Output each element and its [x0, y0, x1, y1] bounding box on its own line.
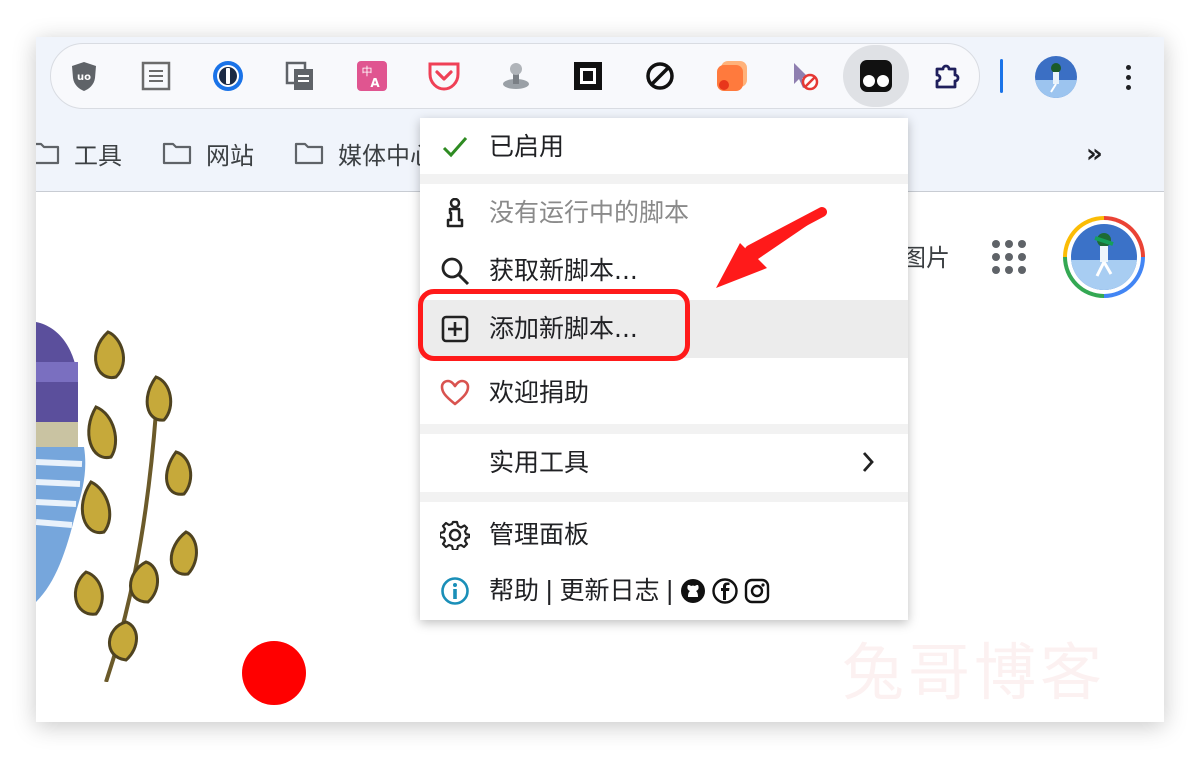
- extensions-puzzle-icon[interactable]: [928, 58, 968, 94]
- svg-text:uo: uo: [77, 72, 91, 83]
- facebook-icon[interactable]: [712, 578, 738, 604]
- square-frame-icon[interactable]: [568, 58, 608, 94]
- menu-group-admin: 管理面板 帮助 | 更新日志 |: [420, 502, 908, 620]
- images-link[interactable]: 图片: [902, 238, 950, 273]
- menu-item-label: 没有运行中的脚本: [489, 198, 690, 227]
- watermark-text: 兔哥博客: [842, 636, 1107, 709]
- menu-item-label: 实用工具: [489, 448, 590, 477]
- bookmark-folder-media[interactable]: 媒体中心: [294, 135, 434, 171]
- menu-item-help[interactable]: 帮助 | 更新日志 |: [420, 562, 908, 620]
- github-icon[interactable]: [680, 578, 706, 604]
- menu-group-utilities: 实用工具: [420, 434, 908, 492]
- folder-icon: [294, 142, 324, 165]
- google-apps-icon[interactable]: [992, 240, 1026, 274]
- menu-item-label: 获取新脚本...: [489, 256, 638, 285]
- bookmark-label: 网站: [206, 141, 254, 170]
- menu-item-label: 已启用: [489, 132, 565, 161]
- menu-item-enabled[interactable]: 已启用: [420, 118, 908, 176]
- translate-icon[interactable]: 中A: [352, 58, 392, 94]
- profile-avatar-small[interactable]: [1035, 56, 1077, 98]
- gear-icon: [440, 520, 470, 550]
- help-separator: |: [665, 576, 674, 605]
- menu-item-dashboard[interactable]: 管理面板: [420, 506, 908, 564]
- doodle-illustration: [36, 322, 198, 682]
- help-link[interactable]: 帮助: [489, 576, 539, 606]
- chevron-right-icon: [860, 450, 876, 478]
- menu-item-label: 欢迎捐助: [489, 378, 590, 407]
- changelog-link[interactable]: 更新日志: [559, 576, 659, 606]
- bookmark-folder-sites[interactable]: 网站: [162, 135, 254, 171]
- menu-group-status: 已启用: [420, 118, 908, 174]
- menu-item-donate[interactable]: 欢迎捐助: [420, 364, 908, 422]
- help-row: 帮助 | 更新日志 |: [489, 576, 770, 606]
- heart-icon: [440, 378, 470, 408]
- instagram-icon[interactable]: [744, 578, 770, 604]
- highlight-box: [418, 289, 690, 361]
- menu-item-utilities[interactable]: 实用工具: [420, 434, 908, 492]
- svg-text:A: A: [370, 76, 380, 90]
- folder-icon: [162, 142, 192, 165]
- info-circle-icon: [440, 576, 470, 606]
- reader-mode-icon[interactable]: [136, 58, 176, 94]
- ublock-origin-icon[interactable]: uo: [64, 58, 104, 94]
- browser-screenshot: uo 中A 工具 网站 媒体中心 » 图片 兔哥博客 已启用 没有运行中的脚本 …: [36, 37, 1164, 722]
- bookmarks-overflow-button[interactable]: »: [1086, 139, 1103, 169]
- orange-app-icon[interactable]: [712, 58, 752, 94]
- search-icon: [440, 256, 470, 286]
- tampermonkey-menu: 已启用 没有运行中的脚本 获取新脚本... 添加新脚本... 欢迎捐助 实用工具…: [420, 118, 908, 620]
- toolbar-separator: [1000, 59, 1003, 93]
- bookmark-label: 工具: [74, 141, 122, 170]
- menu-item-label: 管理面板: [489, 520, 590, 549]
- folder-icon: [36, 142, 60, 165]
- account-avatar[interactable]: [1063, 216, 1145, 298]
- more-vert-icon[interactable]: [1116, 57, 1140, 97]
- clipboard-copy-icon[interactable]: [280, 58, 320, 94]
- blocked-circle-icon[interactable]: [640, 58, 680, 94]
- 1password-icon[interactable]: [208, 58, 248, 94]
- help-separator: |: [545, 576, 554, 605]
- tampermonkey-icon[interactable]: [843, 45, 909, 107]
- cursor-block-icon[interactable]: [784, 58, 824, 94]
- recording-dot: [242, 641, 306, 705]
- info-pawn-icon: [440, 198, 470, 228]
- menu-item-no-scripts: 没有运行中的脚本: [420, 184, 908, 242]
- joystick-icon[interactable]: [496, 58, 536, 94]
- bookmark-folder-tools[interactable]: 工具: [36, 135, 122, 171]
- browser-toolbar: uo 中A: [36, 37, 1164, 117]
- pocket-icon[interactable]: [424, 58, 464, 94]
- check-icon: [440, 132, 470, 162]
